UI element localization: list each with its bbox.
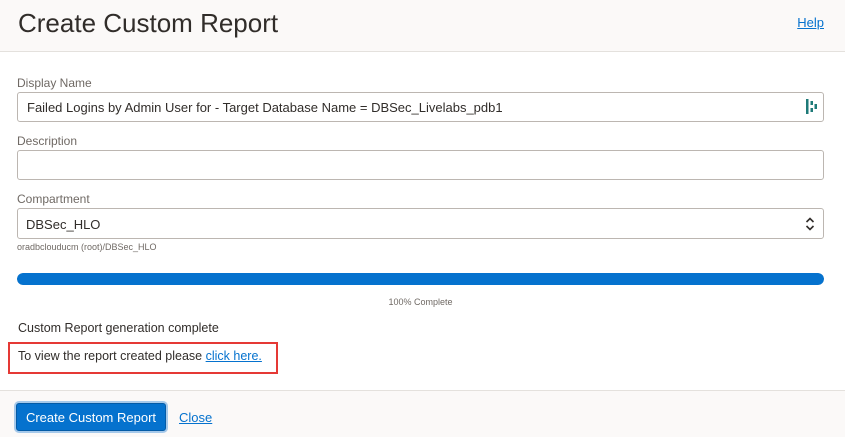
compartment-selected-value: DBSec_HLO [26, 217, 101, 232]
compartment-select[interactable]: DBSec_HLO [17, 208, 824, 239]
create-custom-report-button[interactable]: Create Custom Report [16, 403, 166, 431]
fill-icon[interactable] [806, 98, 818, 115]
chevron-updown-icon [805, 217, 815, 231]
dialog-footer: Create Custom Report Close [0, 390, 845, 437]
progress-bar-fill [17, 273, 824, 285]
description-label: Description [17, 134, 78, 148]
description-input[interactable] [17, 150, 824, 180]
dialog-title: Create Custom Report [18, 8, 279, 38]
view-report-prefix: To view the report created please [18, 349, 203, 363]
progress-bar [17, 273, 824, 285]
view-report-link[interactable]: click here. [206, 349, 262, 363]
compartment-label: Compartment [17, 192, 90, 206]
view-report-text: To view the report created please click … [18, 349, 262, 363]
display-name-input[interactable] [17, 92, 824, 122]
dialog-header: Create Custom Report Help [0, 0, 845, 52]
progress-label: 100% Complete [388, 297, 453, 307]
compartment-path: oradbclouducm (root)/DBSec_HLO [17, 242, 157, 252]
help-link[interactable]: Help [797, 15, 824, 30]
status-message: Custom Report generation complete [18, 321, 219, 335]
close-link[interactable]: Close [179, 410, 212, 425]
display-name-label: Display Name [17, 76, 92, 90]
